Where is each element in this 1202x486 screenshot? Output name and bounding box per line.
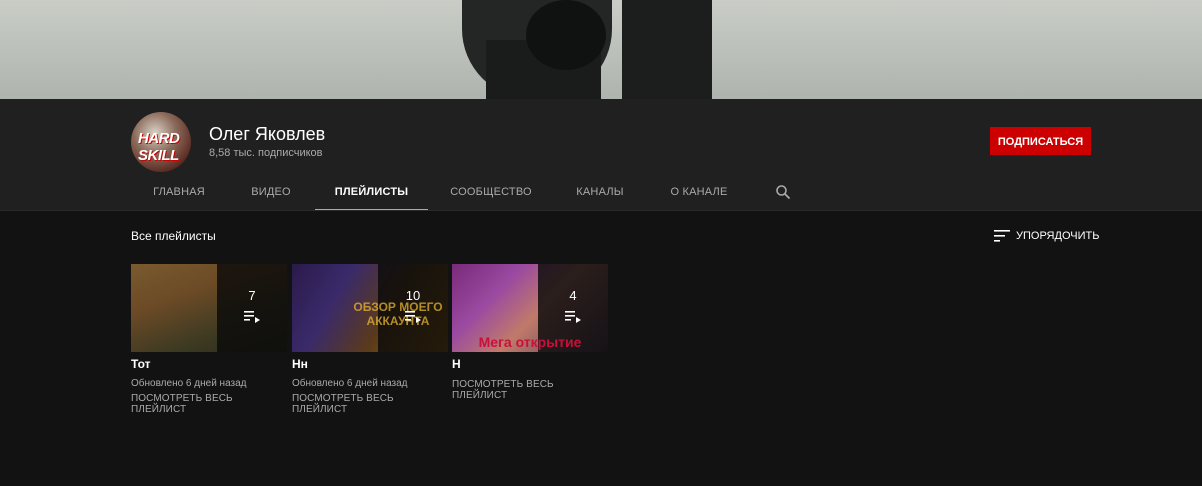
view-full-playlist-link[interactable]: ПОСМОТРЕТЬ ВЕСЬ ПЛЕЙЛИСТ (292, 393, 448, 415)
tab-videos[interactable]: ВИДЕО (244, 177, 298, 209)
playlist-card: 7 Тот Обновлено 6 дней назад ПОСМОТРЕТЬ … (131, 264, 287, 415)
playlist-icon (565, 311, 581, 323)
sort-icon (994, 230, 1010, 242)
avatar[interactable]: HARD SKILL (131, 112, 191, 172)
sort-label: УПОРЯДОЧИТЬ (1016, 230, 1100, 242)
video-count: 10 (405, 288, 421, 303)
view-full-playlist-link[interactable]: ПОСМОТРЕТЬ ВЕСЬ ПЛЕЙЛИСТ (131, 393, 287, 415)
section-title: Все плейлисты (131, 229, 216, 243)
subscriber-count: 8,58 тыс. подписчиков (209, 147, 323, 159)
playlist-updated: Обновлено 6 дней назад (292, 378, 408, 389)
channel-name: Олег Яковлев (209, 124, 326, 144)
tab-playlists[interactable]: ПЛЕЙЛИСТЫ (315, 177, 428, 211)
subscribe-button[interactable]: ПОДПИСАТЬСЯ (990, 127, 1091, 155)
playlist-thumbnail[interactable]: ОБЗОР МОЕГО АККАУНТА 10 (292, 264, 448, 352)
playlist-card: Мега открытие 4 Н ПОСМОТРЕТЬ ВЕСЬ ПЛЕЙЛИ… (452, 264, 608, 401)
playlist-title[interactable]: Н (452, 357, 608, 372)
playlist-icon (405, 311, 421, 323)
playlist-icon (244, 311, 260, 323)
view-full-playlist-link[interactable]: ПОСМОТРЕТЬ ВЕСЬ ПЛЕЙЛИСТ (452, 379, 608, 401)
channel-banner (0, 0, 1202, 99)
playlist-thumbnail[interactable]: 7 (131, 264, 287, 352)
sort-button[interactable]: УПОРЯДОЧИТЬ (994, 228, 1099, 244)
tab-community[interactable]: СООБЩЕСТВО (446, 177, 536, 209)
tab-home[interactable]: ГЛАВНАЯ (147, 177, 211, 209)
video-count: 4 (569, 288, 577, 303)
playlist-title[interactable]: Тот (131, 357, 287, 372)
avatar-text: SKILL (138, 147, 179, 164)
tab-about[interactable]: О КАНАЛЕ (664, 177, 734, 209)
search-icon[interactable] (775, 184, 791, 200)
playlist-thumbnail[interactable]: Мега открытие 4 (452, 264, 608, 352)
thumbnail-overlay (217, 264, 287, 352)
video-count: 7 (248, 288, 256, 303)
thumbnail-text: ОБЗОР МОЕГО АККАУНТА (353, 300, 443, 328)
divider (0, 210, 1202, 211)
playlist-title[interactable]: Нн (292, 357, 448, 372)
playlist-card: ОБЗОР МОЕГО АККАУНТА 10 Нн Обновлено 6 д… (292, 264, 448, 415)
banner-shape (526, 0, 606, 70)
tab-channels[interactable]: КАНАЛЫ (569, 177, 631, 209)
thumbnail-text: Мега открытие (478, 334, 582, 350)
banner-pole (622, 0, 712, 99)
avatar-text: HARD (138, 130, 180, 147)
playlist-updated: Обновлено 6 дней назад (131, 378, 247, 389)
